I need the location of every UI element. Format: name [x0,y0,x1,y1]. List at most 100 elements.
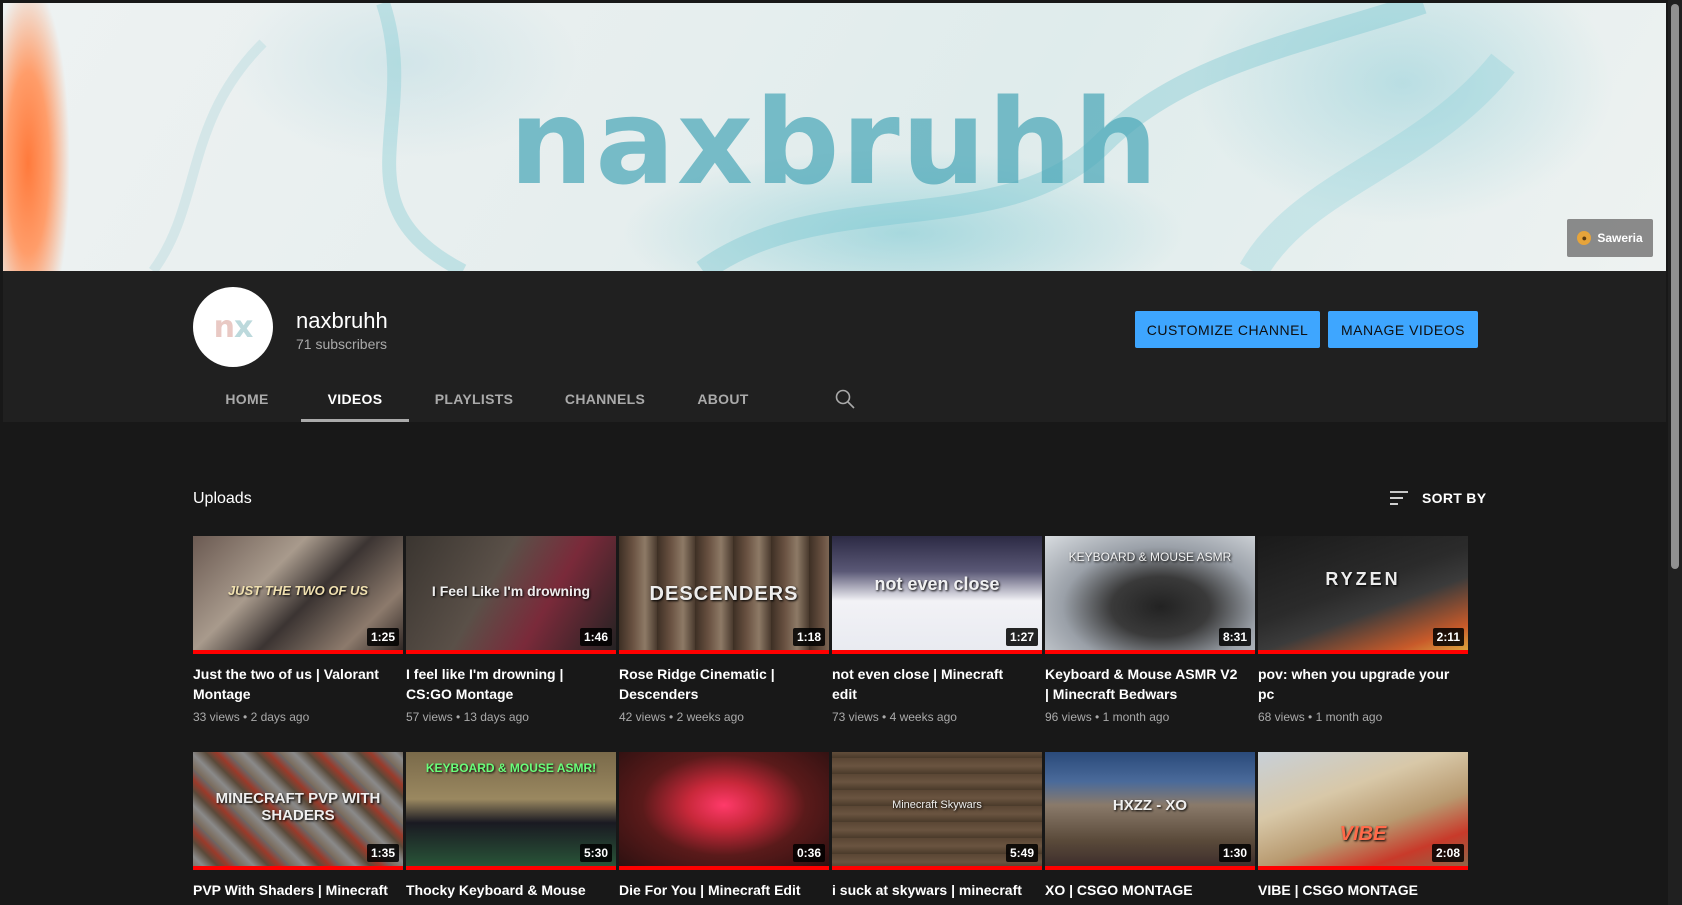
avatar[interactable]: nx [193,287,273,367]
video-thumbnail[interactable]: KEYBOARD & MOUSE ASMR 8:31 [1045,536,1255,654]
sort-icon [1390,491,1408,505]
channel-name: naxbruhh [296,308,388,333]
video-duration: 2:08 [1431,844,1464,862]
tab-playlists[interactable]: PLAYLISTS [409,375,539,422]
video-duration: 1:18 [792,628,825,646]
watch-progress-bar [193,866,403,870]
subscriber-count: 71 subscribers [296,336,388,352]
watch-progress-bar [1045,650,1255,654]
thumbnail-text: MINECRAFT PVP WITH SHADERS [215,789,381,824]
video-thumbnail[interactable]: MINECRAFT PVP WITH SHADERS 1:35 [193,752,403,870]
scrollbar-thumb[interactable] [1671,4,1679,569]
search-icon[interactable] [833,387,857,411]
video-card[interactable]: not even close 1:27 not even close | Min… [832,536,1042,724]
view-count: 73 views [832,710,879,724]
video-thumbnail[interactable]: 0:36 [619,752,829,870]
view-count: 96 views [1045,710,1092,724]
upload-age: 4 weeks ago [889,710,957,724]
video-duration: 1:46 [579,628,612,646]
sort-by-button[interactable]: SORT BY [1388,489,1486,507]
paw-icon: ● [1577,231,1592,245]
tab-about[interactable]: ABOUT [671,375,775,422]
uploads-heading: Uploads [193,490,252,507]
video-card[interactable]: KEYBOARD & MOUSE ASMR 8:31 Keyboard & Mo… [1045,536,1255,724]
thumbnail-text: not even close [874,573,1000,594]
video-thumbnail[interactable]: HXZZ - XO 1:30 [1045,752,1255,870]
video-meta: 33 views • 2 days ago [193,710,310,724]
view-count: 57 views [406,710,453,724]
videos-section: Uploads SORT BY JUST THE TWO OF US 1:25 … [3,422,1666,905]
video-thumbnail[interactable]: KEYBOARD & MOUSE ASMR! 5:30 [406,752,616,870]
video-title[interactable]: Thocky Keyboard & Mouse ASMR! | Minecraf… [406,880,601,905]
watch-progress-bar [1258,866,1468,870]
video-title[interactable]: i suck at skywars | minecraft (w/ keyboa… [832,880,1027,905]
video-title[interactable]: VIBE | CSGO MONTAGE [1258,880,1453,900]
saweria-link[interactable]: ● Saweria [1567,219,1653,257]
youtube-channel-page: naxbruhh ● Saweria nx naxbruhh 71 subscr… [0,0,1682,905]
video-thumbnail[interactable]: I Feel Like I'm drowning 1:46 [406,536,616,654]
manage-videos-button[interactable]: MANAGE VIDEOS [1328,311,1478,348]
customize-channel-button[interactable]: CUSTOMIZE CHANNEL [1135,311,1320,348]
watch-progress-bar [1045,866,1255,870]
video-card[interactable]: 0:36 Die For You | Minecraft Edit (Inspi… [619,752,829,905]
video-title[interactable]: Die For You | Minecraft Edit (Inspired b… [619,880,814,905]
watch-progress-bar [619,866,829,870]
video-thumbnail[interactable]: not even close 1:27 [832,536,1042,654]
video-card[interactable]: JUST THE TWO OF US 1:25 Just the two of … [193,536,403,724]
video-title[interactable]: PVP With Shaders | Minecraft Indonesia [193,880,388,905]
watch-progress-bar [406,866,616,870]
video-card[interactable]: MINECRAFT PVP WITH SHADERS 1:35 PVP With… [193,752,403,905]
video-card[interactable]: VIBE 2:08 VIBE | CSGO MONTAGE [1258,752,1468,900]
video-duration: 8:31 [1218,628,1251,646]
video-card[interactable]: RYZEN 2:11 pov: when you upgrade your pc… [1258,536,1468,724]
video-duration: 2:11 [1432,628,1464,646]
video-thumbnail[interactable]: DESCENDERS 1:18 [619,536,829,654]
video-title[interactable]: not even close | Minecraft edit [832,664,1027,704]
video-title[interactable]: XO | CSGO MONTAGE [1045,880,1240,900]
tab-channels[interactable]: CHANNELS [539,375,671,422]
watch-progress-bar [832,650,1042,654]
video-title[interactable]: I feel like I'm drowning | CS:GO Montage [406,664,601,704]
thumbnail-text: Minecraft Skywars [892,799,982,812]
thumbnail-text: RYZEN [1325,569,1401,590]
video-title[interactable]: Keyboard & Mouse ASMR V2 | Minecraft Bed… [1045,664,1240,704]
video-thumbnail[interactable]: Minecraft Skywars 5:49 [832,752,1042,870]
upload-age: 2 weeks ago [676,710,744,724]
video-title[interactable]: Just the two of us | Valorant Montage [193,664,388,704]
video-meta: 73 views • 4 weeks ago [832,710,957,724]
channel-header: nx naxbruhh 71 subscribers CUSTOMIZE CHA… [3,271,1666,422]
video-duration: 1:30 [1218,844,1251,862]
watch-progress-bar [619,650,829,654]
watch-progress-bar [1258,650,1468,654]
tab-videos[interactable]: VIDEOS [301,375,409,422]
video-card[interactable]: Minecraft Skywars 5:49 i suck at skywars… [832,752,1042,905]
video-meta: 96 views • 1 month ago [1045,710,1170,724]
thumbnail-text: VIBE [1339,822,1387,845]
thumbnail-text: JUST THE TWO OF US [227,583,369,599]
video-duration: 5:49 [1005,844,1038,862]
video-thumbnail[interactable]: JUST THE TWO OF US 1:25 [193,536,403,654]
thumbnail-text: KEYBOARD & MOUSE ASMR! [425,761,597,776]
video-title[interactable]: Rose Ridge Cinematic | Descenders [619,664,814,704]
video-thumbnail[interactable]: VIBE 2:08 [1258,752,1468,870]
video-card[interactable]: KEYBOARD & MOUSE ASMR! 5:30 Thocky Keybo… [406,752,616,905]
video-card[interactable]: HXZZ - XO 1:30 XO | CSGO MONTAGE [1045,752,1255,900]
video-duration: 1:25 [366,628,399,646]
video-thumbnail[interactable]: RYZEN 2:11 [1258,536,1468,654]
upload-age: 1 month ago [1102,710,1170,724]
view-count: 33 views [193,710,240,724]
tab-home[interactable]: HOME [193,375,301,422]
page-scrollbar[interactable] [1668,0,1682,905]
video-card[interactable]: DESCENDERS 1:18 Rose Ridge Cinematic | D… [619,536,829,724]
thumbnail-text: DESCENDERS [649,583,799,606]
video-duration: 1:35 [366,844,399,862]
video-meta: 68 views • 1 month ago [1258,710,1383,724]
saweria-label: Saweria [1597,231,1643,245]
video-duration: 0:36 [792,844,825,862]
video-card[interactable]: I Feel Like I'm drowning 1:46 I feel lik… [406,536,616,724]
sort-by-label: SORT BY [1422,490,1487,506]
video-duration: 1:27 [1005,628,1038,646]
thumbnail-text: KEYBOARD & MOUSE ASMR [1068,550,1232,565]
watch-progress-bar [832,866,1042,870]
video-title[interactable]: pov: when you upgrade your pc [1258,664,1453,704]
